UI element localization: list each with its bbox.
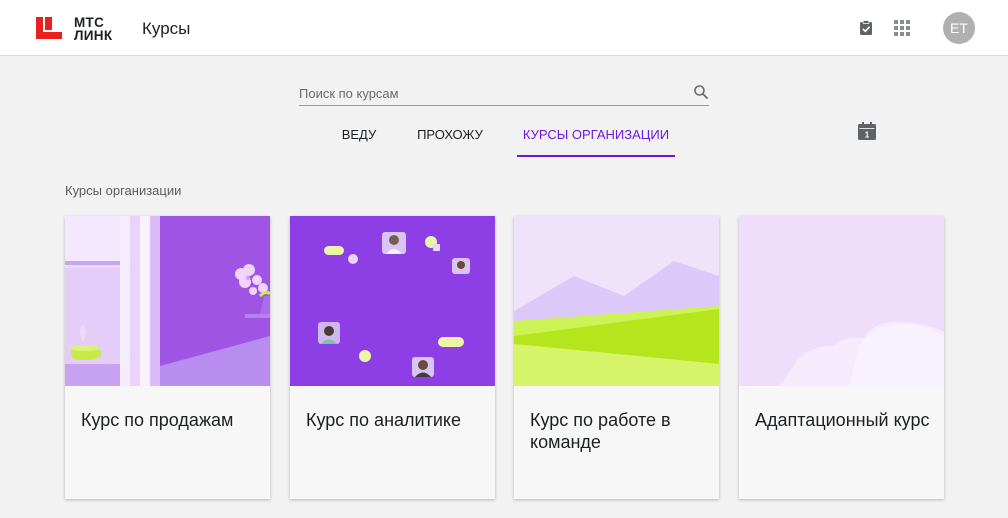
- hills-landscape-illustration: [514, 216, 719, 386]
- course-card[interactable]: Курс по продажам: [65, 216, 270, 499]
- mts-link-logo[interactable]: МТС ЛИНК: [36, 16, 128, 42]
- course-search: [299, 80, 709, 106]
- page-title: Курсы: [142, 19, 191, 38]
- course-title: Адаптационный курс: [755, 410, 930, 430]
- top-app-bar: МТС ЛИНК Курсы ET: [0, 0, 1008, 56]
- course-card[interactable]: Курс по аналитике: [290, 216, 495, 499]
- window-flowers-illustration: [65, 216, 270, 386]
- search-icon[interactable]: [693, 84, 709, 100]
- course-card[interactable]: Курс по работе в команде: [514, 216, 719, 499]
- task-check-icon[interactable]: [856, 18, 876, 38]
- logo-text: МТС ЛИНК: [74, 16, 113, 43]
- tab-studying[interactable]: ПРОХОЖУ: [412, 127, 488, 157]
- clouds-illustration: [739, 216, 944, 386]
- calendar-day: 1: [865, 131, 870, 140]
- apps-grid-icon[interactable]: [892, 18, 912, 38]
- logo-line-2: ЛИНК: [74, 28, 113, 43]
- user-avatar[interactable]: ET: [943, 12, 975, 44]
- mts-link-logo-mark-icon: [36, 17, 62, 39]
- tab-organization-courses[interactable]: КУРСЫ ОРГАНИЗАЦИИ: [517, 127, 675, 157]
- search-input[interactable]: [299, 82, 679, 104]
- avatars-network-illustration: [290, 216, 495, 386]
- calendar-icon[interactable]: 1: [858, 122, 876, 140]
- course-card[interactable]: Адаптационный курс: [739, 216, 944, 499]
- course-title: Курс по продажам: [81, 410, 234, 430]
- section-title: Курсы организации: [65, 183, 182, 198]
- course-title: Курс по работе в команде: [530, 410, 671, 452]
- course-title: Курс по аналитике: [306, 410, 461, 430]
- tab-teaching[interactable]: ВЕДУ: [336, 127, 382, 157]
